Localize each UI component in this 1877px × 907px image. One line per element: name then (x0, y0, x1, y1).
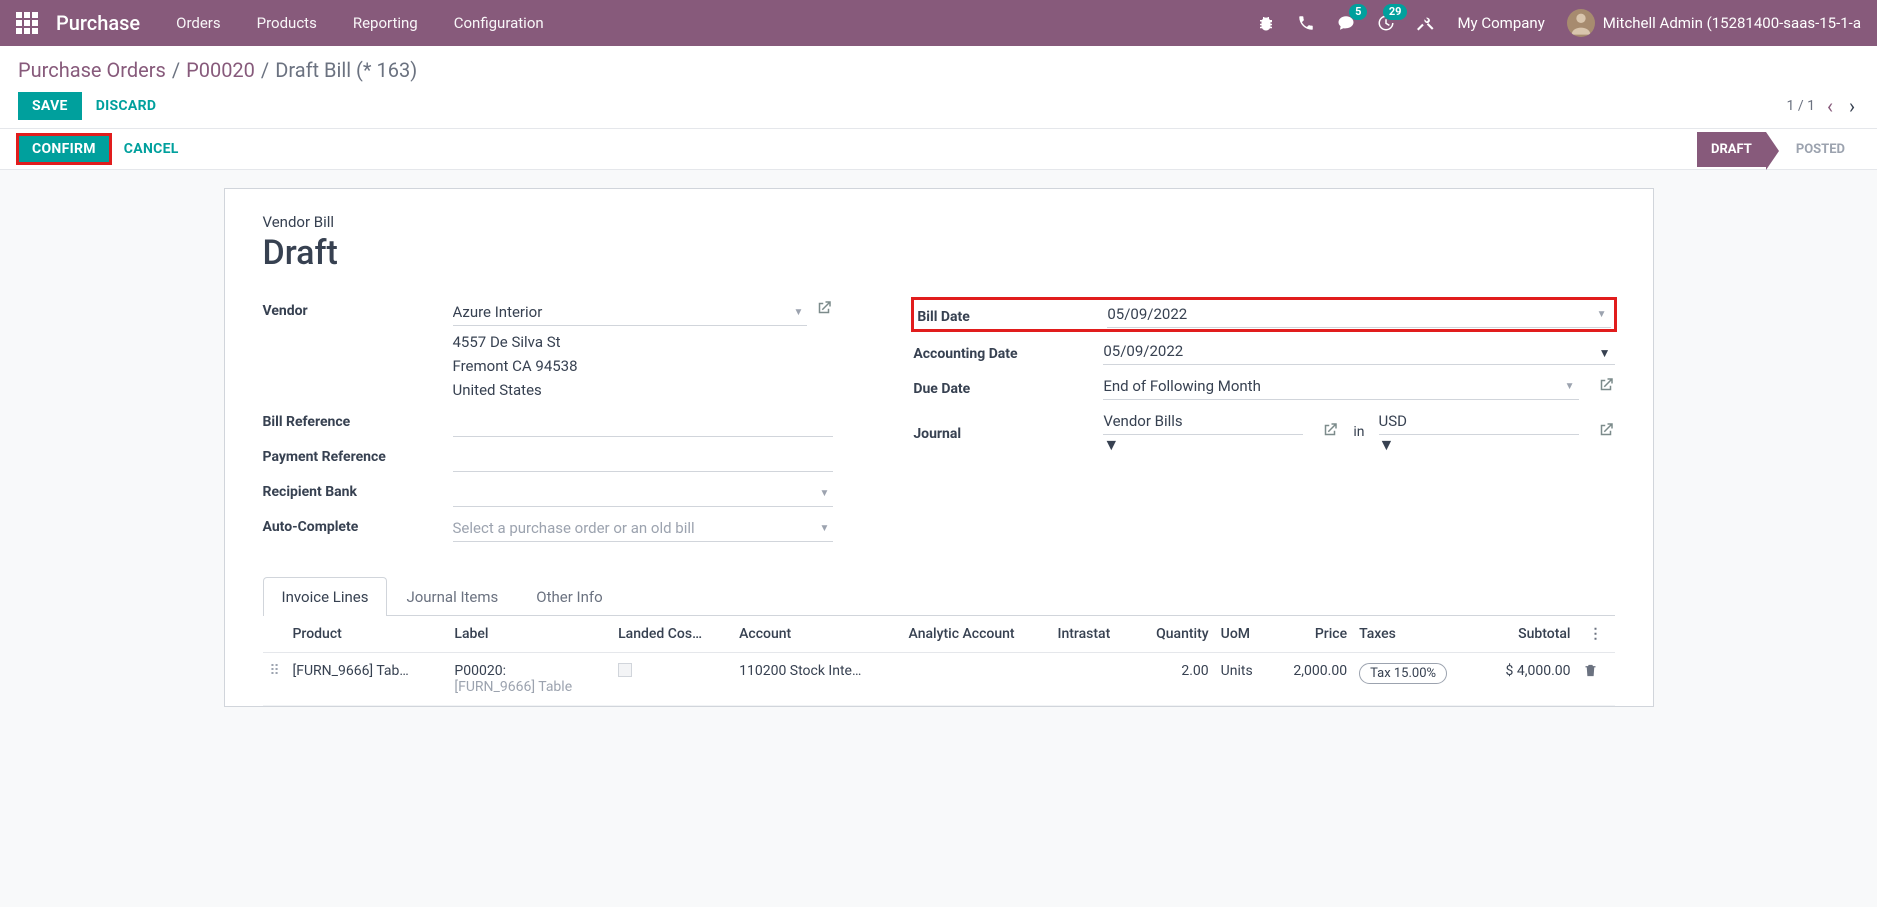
form-left-column: Vendor ▼ 4557 De Silva St Fremont CA 945… (263, 299, 834, 550)
user-name: Mitchell Admin (15281400-saas-15-1-a (1603, 14, 1861, 32)
accountingdate-label: Accounting Date (913, 342, 1093, 362)
record-type-label: Vendor Bill (263, 213, 1615, 231)
phone-icon[interactable] (1297, 14, 1315, 32)
user-menu[interactable]: Mitchell Admin (15281400-saas-15-1-a (1567, 9, 1861, 37)
activity-badge: 29 (1383, 4, 1408, 20)
cell-product[interactable]: [FURN_9666] Tab… (287, 653, 449, 706)
form-right-column: Bill Date ▼ Accounting Date ▼ Due Date ▼… (913, 299, 1614, 550)
nav-orders[interactable]: Orders (176, 14, 221, 32)
journal-label: Journal (913, 422, 1093, 442)
journal-external-link-icon[interactable] (1321, 421, 1339, 443)
cell-taxes[interactable]: Tax 15.00% (1353, 653, 1479, 706)
col-account: Account (733, 616, 902, 653)
billref-input[interactable] (453, 410, 834, 437)
cell-price[interactable]: 2,000.00 (1270, 653, 1353, 706)
delete-row-icon[interactable] (1583, 666, 1598, 682)
currency-external-link-icon[interactable] (1597, 421, 1615, 443)
pager: 1 / 1 ‹ › (1787, 94, 1860, 118)
billref-label: Bill Reference (263, 410, 453, 430)
tax-tag[interactable]: Tax 15.00% (1359, 663, 1447, 684)
table-row[interactable]: ⠿ [FURN_9666] Tab… P00020:[FURN_9666] Ta… (263, 653, 1615, 706)
vendor-label: Vendor (263, 299, 453, 319)
col-intrastat: Intrastat (1052, 616, 1134, 653)
record-title: Draft (263, 233, 1615, 273)
cell-label[interactable]: P00020:[FURN_9666] Table (448, 653, 612, 706)
form-sheet: Vendor Bill Draft Vendor ▼ 4557 De Silva… (224, 188, 1654, 707)
tools-icon[interactable] (1417, 14, 1435, 32)
nav-reporting[interactable]: Reporting (353, 14, 418, 32)
billdate-label: Bill Date (917, 305, 1097, 325)
cell-landed[interactable] (612, 653, 733, 706)
cancel-button[interactable]: CANCEL (110, 129, 193, 169)
landed-checkbox[interactable] (618, 663, 632, 677)
chat-badge: 5 (1349, 4, 1367, 20)
duedate-label: Due Date (913, 377, 1093, 397)
pager-count: 1 / 1 (1787, 98, 1815, 114)
discard-button[interactable]: DISCARD (82, 92, 171, 120)
col-product: Product (287, 616, 449, 653)
vendor-external-link-icon[interactable] (815, 299, 833, 321)
col-landed: Landed Cos… (612, 616, 733, 653)
cell-uom[interactable]: Units (1215, 653, 1271, 706)
cell-qty[interactable]: 2.00 (1133, 653, 1214, 706)
tab-journal-items[interactable]: Journal Items (387, 577, 517, 616)
control-panel: Purchase Orders/P00020/Draft Bill (* 163… (0, 46, 1877, 128)
status-posted[interactable]: POSTED (1782, 132, 1859, 167)
columns-menu-icon[interactable]: ⋮ (1583, 626, 1609, 642)
pager-next-icon[interactable]: › (1845, 94, 1859, 118)
bug-icon[interactable] (1257, 14, 1275, 32)
invoice-lines-table: Product Label Landed Cos… Account Analyt… (263, 616, 1615, 706)
chat-icon[interactable]: 5 (1337, 14, 1355, 32)
tab-other-info[interactable]: Other Info (517, 577, 621, 616)
cell-subtotal: $ 4,000.00 (1479, 653, 1576, 706)
company-name[interactable]: My Company (1457, 14, 1544, 32)
duedate-input[interactable] (1103, 373, 1578, 400)
bank-label: Recipient Bank (263, 480, 453, 500)
col-price: Price (1270, 616, 1353, 653)
currency-input[interactable] (1379, 408, 1579, 435)
autocomplete-label: Auto-Complete (263, 515, 453, 535)
autocomplete-input[interactable] (453, 515, 834, 542)
nav-products[interactable]: Products (257, 14, 317, 32)
save-button[interactable]: SAVE (18, 92, 82, 120)
avatar (1567, 9, 1595, 37)
confirm-button[interactable]: CONFIRM (18, 135, 110, 163)
col-subtotal: Subtotal (1479, 616, 1576, 653)
journal-input[interactable] (1103, 408, 1303, 435)
status-draft[interactable]: DRAFT (1697, 132, 1766, 167)
payref-input[interactable] (453, 445, 834, 472)
app-name[interactable]: Purchase (56, 11, 140, 35)
apps-icon[interactable] (16, 12, 38, 34)
drag-handle-icon[interactable]: ⠿ (263, 653, 287, 706)
accountingdate-input[interactable] (1103, 338, 1614, 365)
cell-analytic[interactable] (903, 653, 1052, 706)
cell-account[interactable]: 110200 Stock Inte… (733, 653, 902, 706)
breadcrumb-po[interactable]: P00020 (186, 58, 255, 82)
cell-intrastat[interactable] (1052, 653, 1134, 706)
col-quantity: Quantity (1133, 616, 1214, 653)
col-label: Label (448, 616, 612, 653)
billdate-input[interactable] (1107, 301, 1610, 328)
payref-label: Payment Reference (263, 445, 453, 465)
notebook-tabs: Invoice Lines Journal Items Other Info (263, 576, 1615, 616)
top-navbar: Purchase Orders Products Reporting Confi… (0, 0, 1877, 46)
col-analytic: Analytic Account (903, 616, 1052, 653)
vendor-address: 4557 De Silva St Fremont CA 94538 United… (453, 330, 808, 402)
nav-configuration[interactable]: Configuration (454, 14, 544, 32)
col-uom: UoM (1215, 616, 1271, 653)
journal-in-label: in (1349, 424, 1368, 440)
vendor-input[interactable] (453, 299, 808, 326)
pager-prev-icon[interactable]: ‹ (1823, 94, 1837, 118)
breadcrumb-orders[interactable]: Purchase Orders (18, 58, 166, 82)
nav-menu: Orders Products Reporting Configuration (176, 14, 544, 32)
breadcrumb-current: Draft Bill (* 163) (275, 58, 417, 82)
status-bar: CONFIRM CANCEL DRAFT POSTED (0, 128, 1877, 170)
activity-icon[interactable]: 29 (1377, 14, 1395, 32)
breadcrumb: Purchase Orders/P00020/Draft Bill (* 163… (18, 58, 1859, 82)
duedate-external-link-icon[interactable] (1597, 376, 1615, 398)
bank-input[interactable] (453, 480, 834, 507)
col-taxes: Taxes (1353, 616, 1479, 653)
tab-invoice-lines[interactable]: Invoice Lines (263, 577, 388, 616)
